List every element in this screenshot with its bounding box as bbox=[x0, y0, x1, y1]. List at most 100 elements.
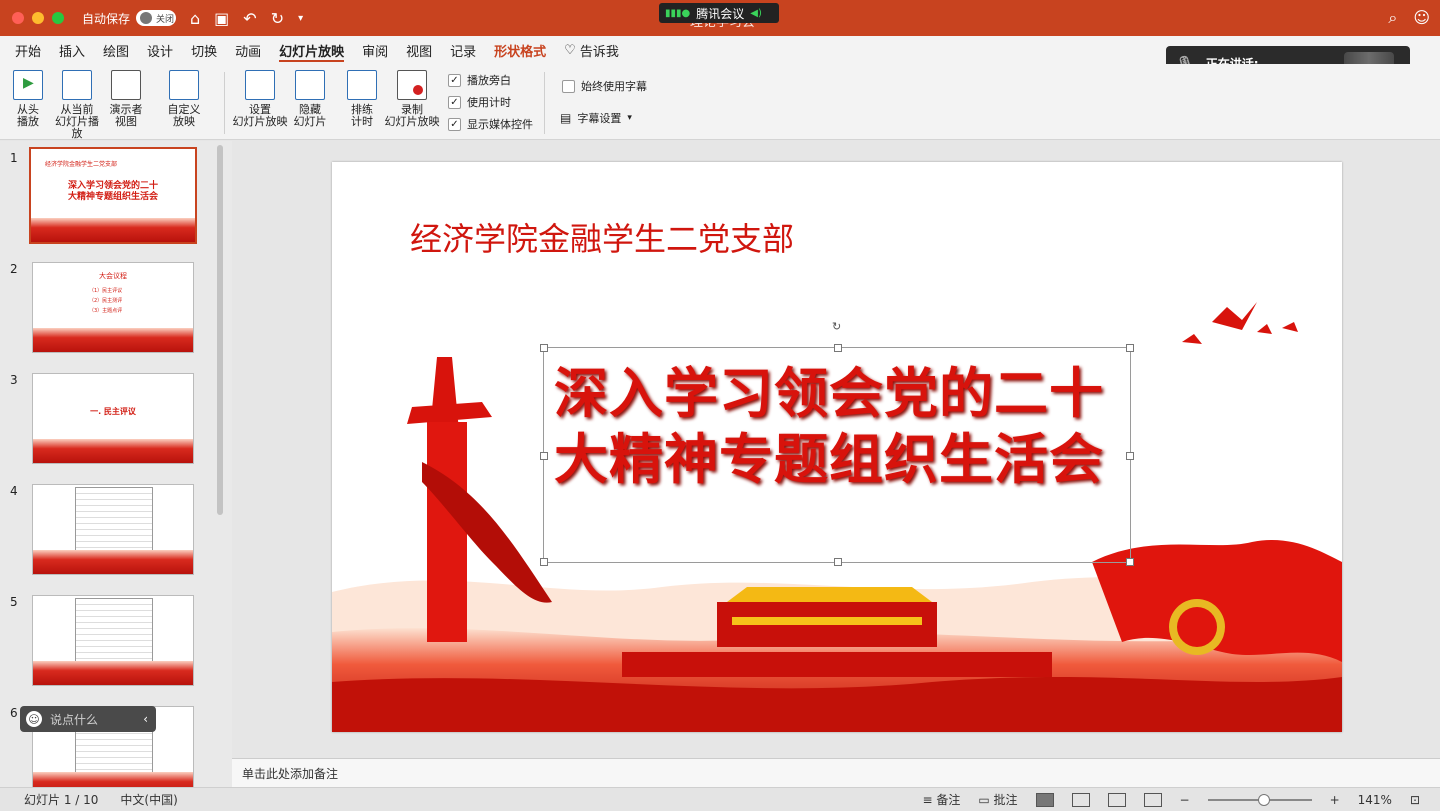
play-from-start-button[interactable]: ▶ 从头 播放 bbox=[12, 70, 44, 128]
timings-label: 使用计时 bbox=[467, 96, 511, 109]
home-icon[interactable]: ⌂ bbox=[190, 9, 200, 28]
zoom-level[interactable]: 141% bbox=[1358, 793, 1392, 807]
save-icon[interactable]: ▣ bbox=[214, 9, 229, 28]
checkbox-media-controls[interactable]: ✓ 显示媒体控件 bbox=[448, 116, 533, 132]
tab-transitions[interactable]: 切换 bbox=[182, 36, 226, 64]
emoji-icon[interactable]: ☺ bbox=[26, 711, 42, 727]
play-from-current-button[interactable]: 从当前 幻灯片播放 bbox=[50, 70, 104, 140]
meeting-indicator[interactable]: ▮▮▮● 腾讯会议 ◀) bbox=[659, 3, 779, 23]
hide-slide-button[interactable]: 隐藏 幻灯片 bbox=[292, 70, 328, 128]
thumbnail-scrollbar[interactable] bbox=[217, 145, 223, 515]
rehearse-timings-button[interactable]: 排练 计时 bbox=[346, 70, 378, 128]
signal-icon: ▮▮▮● bbox=[665, 7, 691, 19]
play-current-icon bbox=[62, 70, 92, 100]
zoom-out-icon[interactable]: − bbox=[1180, 793, 1190, 807]
tab-review[interactable]: 审阅 bbox=[353, 36, 397, 64]
record-slideshow-button[interactable]: 录制 幻灯片放映 bbox=[384, 70, 440, 128]
resize-handle[interactable] bbox=[834, 558, 842, 566]
close-window-button[interactable] bbox=[12, 12, 24, 24]
zoom-slider-knob[interactable] bbox=[1257, 793, 1270, 806]
thumbnail-decoration bbox=[33, 439, 193, 463]
thumbnail-slide-2[interactable]: 2 大会议程 （1）民主评议 （2）民主测评 （3）主题点评 bbox=[0, 262, 210, 362]
thumbnail-decoration bbox=[33, 772, 193, 787]
thumbnail-slide-4[interactable]: 4 bbox=[0, 484, 210, 584]
share-icon[interactable]: ☺ bbox=[1413, 8, 1430, 28]
window-controls bbox=[12, 12, 64, 24]
autosave-toggle[interactable]: 关闭 bbox=[136, 10, 177, 26]
tab-shape-format[interactable]: 形状格式 bbox=[485, 36, 555, 64]
checkbox-timings[interactable]: ✓ 使用计时 bbox=[448, 94, 511, 110]
current-slide[interactable]: 经济学院金融学生二党支部 ↻ 深入学习领会党的二十 大精神专题组织生活会 bbox=[332, 162, 1342, 732]
tab-home[interactable]: 开始 bbox=[6, 36, 50, 64]
notes-toggle[interactable]: ≡ 备注 bbox=[922, 791, 960, 808]
search-icon[interactable]: ⌕ bbox=[1388, 8, 1397, 28]
slide-header-text[interactable]: 经济学院金融学生二党支部 bbox=[410, 214, 794, 260]
tab-tell-me[interactable]: ♡ 告诉我 bbox=[555, 36, 628, 64]
collapse-icon[interactable]: ‹ bbox=[143, 712, 148, 726]
minimize-window-button[interactable] bbox=[32, 12, 44, 24]
zoom-window-button[interactable] bbox=[52, 12, 64, 24]
checkbox-empty bbox=[562, 79, 575, 93]
custom-show-button[interactable]: 自定义 放映 bbox=[164, 70, 204, 128]
slide-title-line-2: 大精神专题组织生活会 bbox=[554, 427, 1104, 491]
title-bar: 自动保存 关闭 ⌂ ▣ ↶ ↻ ▾ 理论学习会 ▮▮▮● 腾讯会议 ◀) ⌕ ☺ bbox=[0, 0, 1440, 36]
rotate-handle-icon[interactable]: ↻ bbox=[832, 320, 841, 333]
slide-counter: 幻灯片 1 / 10 bbox=[24, 793, 99, 807]
tab-view[interactable]: 视图 bbox=[397, 36, 441, 64]
zoom-slider[interactable] bbox=[1207, 793, 1312, 806]
checkbox-always-subtitles[interactable]: 始终使用字幕 bbox=[562, 78, 647, 94]
tab-animations[interactable]: 动画 bbox=[226, 36, 270, 64]
zoom-in-icon[interactable]: + bbox=[1330, 793, 1340, 807]
tab-record[interactable]: 记录 bbox=[441, 36, 485, 64]
slideshow-view-button[interactable] bbox=[1143, 792, 1162, 807]
normal-view-button[interactable] bbox=[1035, 792, 1054, 807]
resize-handle[interactable] bbox=[1126, 344, 1134, 352]
subtitle-settings-button[interactable]: ▤ 字幕设置 ▾ bbox=[560, 110, 632, 126]
hide-slide-label-2: 幻灯片 bbox=[293, 115, 327, 128]
comments-toggle[interactable]: ▭ 批注 bbox=[978, 791, 1017, 808]
check-icon: ✓ bbox=[448, 117, 461, 131]
thumbnail-title: 大会议程 bbox=[99, 272, 127, 280]
thumbnail-slide-1[interactable]: 1 经济学院金融学生二党支部 深入学习领会党的二十大精神专题组织生活会 bbox=[0, 147, 210, 251]
thumbnail-slide-5[interactable]: 5 bbox=[0, 595, 210, 695]
thumbnail-line: （2）民主测评 bbox=[89, 298, 123, 304]
reading-view-button[interactable] bbox=[1107, 792, 1126, 807]
chat-input-bar[interactable]: ☺ 说点什么 ‹ bbox=[20, 706, 156, 732]
language-indicator[interactable]: 中文(中国) bbox=[120, 791, 177, 808]
presenter-view-button[interactable]: 演示者 视图 bbox=[108, 70, 144, 128]
customize-toolbar-icon[interactable]: ▾ bbox=[298, 13, 303, 24]
setup-show-button[interactable]: 设置 幻灯片放映 bbox=[232, 70, 288, 128]
undo-icon[interactable]: ↶ bbox=[243, 9, 256, 28]
slide-sorter-button[interactable] bbox=[1071, 792, 1090, 807]
tab-slideshow[interactable]: 幻灯片放映 bbox=[270, 36, 353, 64]
timer-icon bbox=[347, 70, 377, 100]
fit-to-window-icon[interactable]: ⊡ bbox=[1410, 793, 1420, 807]
notes-pane[interactable]: 单击此处添加备注 bbox=[232, 758, 1440, 787]
resize-handle[interactable] bbox=[540, 452, 548, 460]
tab-draw[interactable]: 绘图 bbox=[94, 36, 138, 64]
checkbox-narration[interactable]: ✓ 播放旁白 bbox=[448, 72, 511, 88]
thumbnail-decoration bbox=[31, 218, 195, 242]
slide-title-text[interactable]: 深入学习领会党的二十 大精神专题组织生活会 bbox=[554, 360, 1124, 492]
thumbnail-decoration bbox=[33, 328, 193, 352]
setup-show-label-2: 幻灯片放映 bbox=[232, 115, 288, 128]
resize-handle[interactable] bbox=[540, 558, 548, 566]
resize-handle[interactable] bbox=[540, 344, 548, 352]
redo-icon[interactable]: ↻ bbox=[271, 9, 284, 28]
tab-design[interactable]: 设计 bbox=[138, 36, 182, 64]
tell-me-label: 告诉我 bbox=[579, 44, 619, 60]
resize-handle[interactable] bbox=[834, 344, 842, 352]
custom-show-icon bbox=[169, 70, 199, 100]
comments-toggle-label: 批注 bbox=[993, 793, 1018, 807]
thumbnail-preview bbox=[32, 595, 194, 686]
ribbon: ▶ 从头 播放 从当前 幻灯片播放 演示者 视图 自定义 放映 设置 幻灯片放映… bbox=[0, 64, 1440, 140]
resize-handle[interactable] bbox=[1126, 558, 1134, 566]
tab-insert[interactable]: 插入 bbox=[50, 36, 94, 64]
autosave-state: 关闭 bbox=[156, 14, 175, 25]
check-icon: ✓ bbox=[448, 73, 461, 87]
presenter-icon bbox=[111, 70, 141, 100]
thumbnail-slide-3[interactable]: 3 一. 民主评议 bbox=[0, 373, 210, 473]
ribbon-separator bbox=[544, 72, 545, 134]
resize-handle[interactable] bbox=[1126, 452, 1134, 460]
thumbnail-number: 2 bbox=[10, 262, 18, 276]
